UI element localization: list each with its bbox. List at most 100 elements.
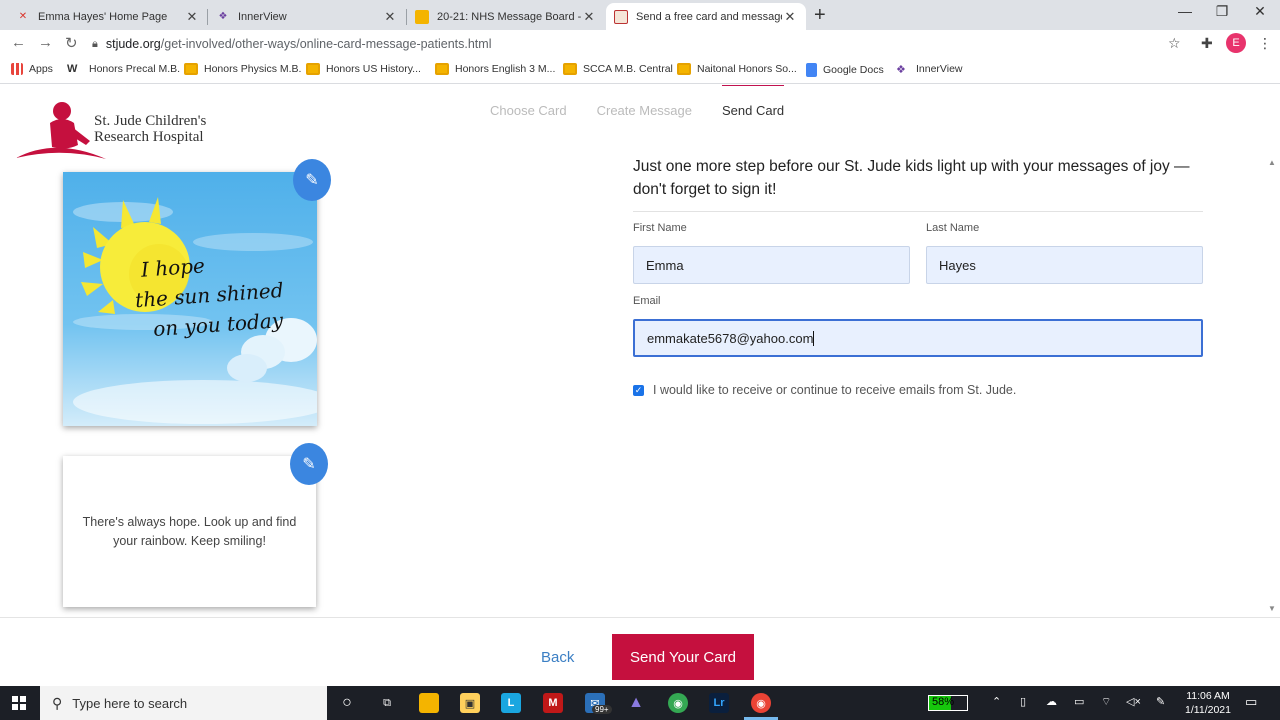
app-triangle-icon[interactable]: ▲ bbox=[626, 693, 646, 713]
menu-kebab-icon[interactable]: ⋮ bbox=[1258, 35, 1272, 52]
bookmark-honors-physics[interactable]: Honors Physics M.B. bbox=[184, 63, 301, 75]
step-choose-card[interactable]: Choose Card bbox=[490, 103, 567, 118]
form-footer: Back Send Your Card bbox=[0, 617, 1280, 686]
mcafee-icon[interactable]: M bbox=[543, 693, 563, 713]
last-name-label: Last Name bbox=[926, 222, 980, 234]
tab-home-page[interactable]: ✕ Emma Hayes' Home Page ✕ bbox=[8, 3, 208, 30]
address-bar[interactable]: 🔒︎ stjude.org/get-involved/other-ways/on… bbox=[92, 32, 1192, 56]
progress-steps: Choose Card Create Message Send Card bbox=[490, 85, 814, 118]
card-image: I hope the sun shined on you today bbox=[63, 172, 317, 426]
mail-badge: 99+ bbox=[592, 705, 612, 714]
pen-icon[interactable]: ✎ bbox=[1156, 695, 1165, 708]
form-headline: Just one more step before our St. Jude k… bbox=[633, 155, 1203, 212]
profile-avatar[interactable]: E bbox=[1226, 33, 1246, 53]
folder-icon bbox=[435, 63, 449, 75]
card-handwriting: I hope the sun shined on you today bbox=[134, 253, 285, 342]
close-tab-icon[interactable]: ✕ bbox=[382, 9, 398, 25]
taskbar-clock[interactable]: 11:06 AM 1/11/2021 bbox=[1180, 689, 1236, 717]
optin-checkbox[interactable]: ✓ bbox=[633, 384, 644, 396]
battery-percent: 58% bbox=[932, 696, 955, 708]
close-window-icon[interactable]: ✕ bbox=[1245, 3, 1275, 20]
w-icon: W bbox=[67, 63, 78, 75]
tab-innerview[interactable]: ❖ InnerView ✕ bbox=[208, 3, 406, 30]
step-send-card: Send Card bbox=[722, 85, 785, 118]
text-cursor bbox=[813, 330, 815, 346]
taskbar-search[interactable]: ⚲ Type here to search bbox=[40, 686, 327, 720]
innerview-icon: ❖ bbox=[218, 11, 228, 22]
battery-icon[interactable]: ▭ bbox=[1074, 695, 1084, 708]
star-bookmark-icon[interactable]: ☆ bbox=[1168, 35, 1181, 52]
optin-label: I would like to receive or continue to r… bbox=[653, 383, 1017, 397]
tab-nhs-message-board[interactable]: 20-21: NHS Message Board - Goo ✕ bbox=[407, 3, 605, 30]
chrome-icon[interactable]: ◉ bbox=[668, 693, 688, 713]
apps-grid-icon bbox=[11, 63, 23, 75]
back-arrow-icon[interactable]: ← bbox=[11, 34, 26, 51]
windows-start-icon[interactable] bbox=[12, 696, 26, 710]
notifications-icon[interactable]: ▭ bbox=[1245, 694, 1257, 710]
bookmark-honors-english[interactable]: Honors English 3 M... bbox=[435, 63, 555, 75]
search-icon: ⚲ bbox=[52, 694, 63, 711]
step-create-message[interactable]: Create Message bbox=[597, 103, 692, 118]
last-name-input[interactable]: Hayes bbox=[926, 246, 1203, 284]
tab-strip: ✕ Emma Hayes' Home Page ✕ ❖ InnerView ✕ … bbox=[0, 0, 1280, 30]
task-view-icon[interactable]: ⧉ bbox=[377, 693, 397, 713]
dx-logo-icon: ✕ bbox=[18, 11, 28, 22]
close-tab-icon[interactable]: ✕ bbox=[581, 9, 597, 25]
send-card-button[interactable]: Send Your Card bbox=[612, 634, 754, 680]
message-card: There's always hope. Look up and find yo… bbox=[63, 456, 316, 607]
minimize-icon[interactable]: — bbox=[1170, 3, 1200, 19]
innerview-icon: ❖ bbox=[896, 64, 906, 76]
slides-icon bbox=[415, 9, 429, 24]
bookmark-innerview[interactable]: ❖ InnerView bbox=[896, 63, 963, 76]
bookmark-scca[interactable]: SCCA M.B. Central bbox=[563, 63, 673, 75]
bookmark-google-docs[interactable]: Google Docs bbox=[806, 63, 884, 77]
folder-icon bbox=[306, 63, 320, 75]
browser-toolbar: ← → ↻ 🔒︎ stjude.org/get-involved/other-w… bbox=[0, 30, 1280, 58]
email-input[interactable]: emmakate5678@yahoo.com bbox=[633, 319, 1203, 357]
email-label: Email bbox=[633, 295, 661, 307]
scroll-down-icon[interactable]: ▼ bbox=[1268, 604, 1276, 613]
folder-icon bbox=[677, 63, 691, 75]
close-tab-icon[interactable]: ✕ bbox=[184, 9, 200, 25]
page-scrollbar[interactable] bbox=[1267, 155, 1280, 617]
pencil-icon: ✎ bbox=[305, 172, 319, 189]
tray-device-icon[interactable]: ▯ bbox=[1020, 695, 1026, 708]
reload-icon[interactable]: ↻ bbox=[65, 34, 78, 52]
bookmark-apps[interactable]: Apps bbox=[11, 63, 53, 75]
folder-icon bbox=[184, 63, 198, 75]
bookmark-honors-us-history[interactable]: Honors US History... bbox=[306, 63, 421, 75]
maximize-icon[interactable]: ❐ bbox=[1207, 3, 1237, 20]
first-name-input[interactable]: Emma bbox=[633, 246, 910, 284]
bookmark-national-honors[interactable]: Naitonal Honors So... bbox=[677, 63, 797, 75]
bookmark-honors-precal[interactable]: W Honors Precal M.B. bbox=[67, 63, 180, 75]
volume-muted-icon[interactable]: ◁× bbox=[1126, 695, 1141, 708]
lock-icon: 🔒︎ bbox=[92, 37, 98, 50]
stjude-logo[interactable]: St. Jude Children's Research Hospital bbox=[16, 101, 216, 161]
bookmarks-bar: Apps W Honors Precal M.B. Honors Physics… bbox=[0, 58, 1280, 84]
cortana-icon[interactable]: ○ bbox=[337, 693, 357, 713]
tray-chevron-icon[interactable]: ⌃ bbox=[992, 695, 1001, 708]
l-app-icon[interactable]: L bbox=[501, 693, 521, 713]
stjude-icon bbox=[614, 9, 628, 24]
logo-wordmark: St. Jude Children's Research Hospital bbox=[94, 113, 207, 145]
edit-message-button[interactable]: ✎ bbox=[290, 443, 328, 485]
close-tab-icon[interactable]: ✕ bbox=[782, 9, 798, 25]
back-button[interactable]: Back bbox=[541, 649, 574, 666]
wifi-icon[interactable]: ⌔ bbox=[1101, 695, 1111, 709]
email-optin-row[interactable]: ✓ I would like to receive or continue to… bbox=[633, 383, 1016, 397]
chrome-profile-icon[interactable]: ◉ bbox=[751, 693, 771, 713]
file-explorer-icon[interactable] bbox=[419, 693, 439, 713]
pencil-icon: ✎ bbox=[302, 456, 316, 473]
edit-card-button[interactable]: ✎ bbox=[293, 159, 331, 201]
tab-stjude-card[interactable]: Send a free card and message to ✕ bbox=[606, 3, 806, 30]
forward-arrow-icon[interactable]: → bbox=[38, 34, 53, 51]
lightroom-icon[interactable]: Lr bbox=[709, 693, 729, 713]
folder-icon bbox=[563, 63, 577, 75]
new-tab-button[interactable]: + bbox=[814, 4, 826, 27]
scroll-up-icon[interactable]: ▲ bbox=[1268, 158, 1276, 167]
extensions-puzzle-icon[interactable]: ✚ bbox=[1201, 35, 1213, 52]
windows-taskbar: ⚲ Type here to search ○ ⧉ ▣ L M ✉ 99+ ▲ … bbox=[0, 686, 1280, 720]
store-icon[interactable]: ▣ bbox=[460, 693, 480, 713]
onedrive-cloud-icon[interactable]: ☁ bbox=[1046, 695, 1057, 708]
page-content: St. Jude Children's Research Hospital Ch… bbox=[0, 85, 1280, 617]
